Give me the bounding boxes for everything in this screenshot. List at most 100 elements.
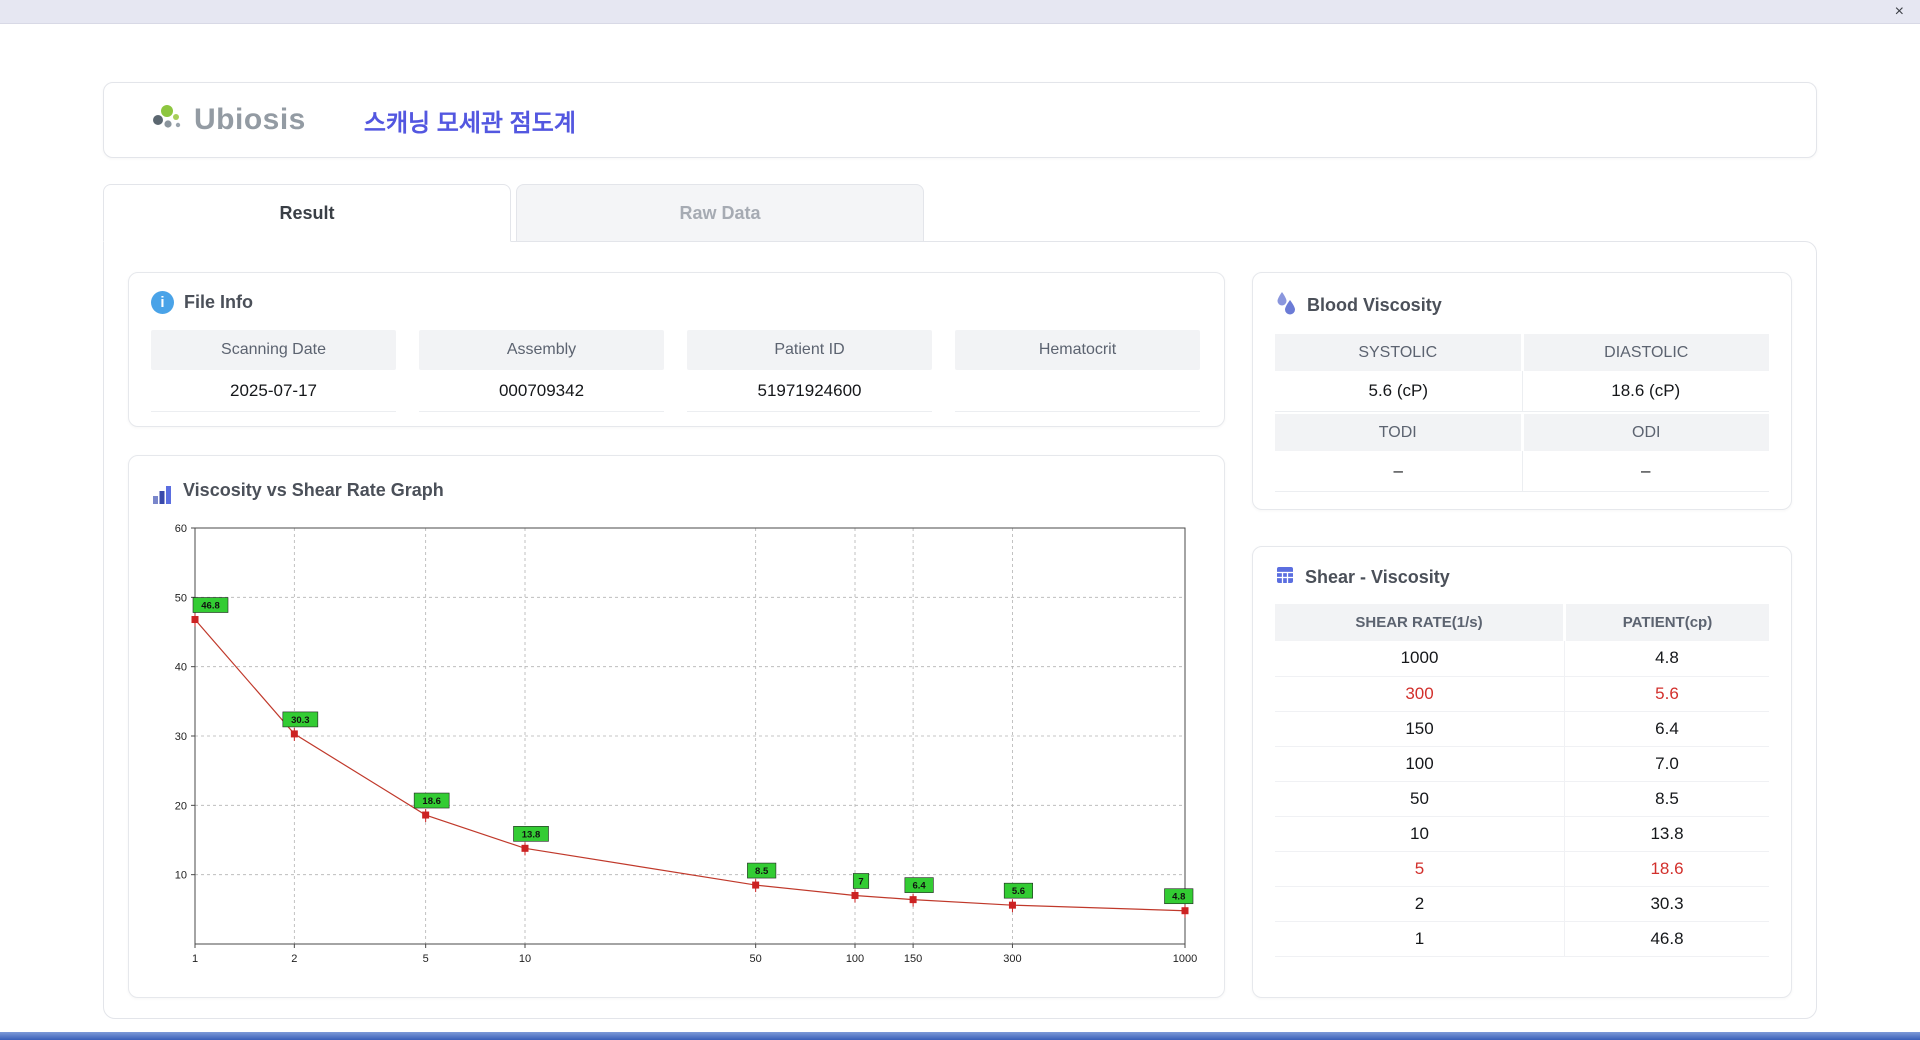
svg-text:50: 50	[175, 592, 187, 604]
main-panel: i File Info Scanning Date2025-07-17 Assem…	[103, 241, 1817, 1019]
svg-text:20: 20	[175, 800, 187, 812]
svg-text:40: 40	[175, 662, 187, 674]
shear-rate-cell: 5	[1275, 851, 1565, 886]
svg-text:50: 50	[750, 953, 762, 965]
tab-bar: Result Raw Data	[103, 184, 1817, 242]
file-info-field-3: Hematocrit	[955, 330, 1200, 412]
brand-logo-icon	[150, 102, 186, 139]
table-row: 230.3	[1275, 886, 1769, 921]
svg-text:2: 2	[291, 953, 297, 965]
svg-text:30: 30	[175, 731, 187, 743]
bv-header-row: TODIODI	[1275, 414, 1769, 451]
column-header: PATIENT(cp)	[1565, 604, 1770, 641]
info-icon: i	[151, 291, 174, 314]
shear-viscosity-title: Shear - Viscosity	[1275, 565, 1769, 590]
shear-rate-cell: 100	[1275, 746, 1565, 781]
field-label: Hematocrit	[955, 330, 1200, 370]
svg-text:7: 7	[858, 876, 863, 887]
graph-title-text: Viscosity vs Shear Rate Graph	[183, 480, 444, 501]
shear-rate-cell: 10	[1275, 816, 1565, 851]
svg-text:13.8: 13.8	[522, 829, 541, 840]
field-value: 51971924600	[687, 370, 932, 412]
close-icon[interactable]: ×	[1895, 4, 1904, 20]
table-row: 518.6	[1275, 851, 1769, 886]
viscosity-chart: 1020304050601251050100150300100046.830.3…	[151, 516, 1201, 976]
bv-value: 18.6 (cP)	[1523, 371, 1770, 411]
graph-card: Viscosity vs Shear Rate Graph 10 20 30 40 50…	[128, 455, 1225, 998]
shear-rate-cell: 2	[1275, 886, 1565, 921]
table-row: 1506.4	[1275, 711, 1769, 746]
bv-value: –	[1275, 451, 1523, 491]
bv-label: TODI	[1275, 414, 1521, 451]
svg-text:46.8: 46.8	[201, 601, 220, 612]
svg-text:10: 10	[175, 870, 187, 882]
patient-cell: 30.3	[1565, 886, 1770, 921]
svg-text:4.8: 4.8	[1172, 892, 1185, 903]
patient-cell: 5.6	[1565, 676, 1770, 711]
field-label: Scanning Date	[151, 330, 396, 370]
bv-header-row: SYSTOLICDIASTOLIC	[1275, 334, 1769, 371]
svg-text:30.3: 30.3	[291, 715, 310, 726]
app-window: Ubiosis 스캐닝 모세관 점도계 Result Raw Data i Fi…	[0, 24, 1920, 1019]
shear-rate-cell: 50	[1275, 781, 1565, 816]
shear-rate-cell: 1000	[1275, 641, 1565, 676]
header: Ubiosis 스캐닝 모세관 점도계	[103, 82, 1817, 158]
tab-raw-data[interactable]: Raw Data	[516, 184, 924, 242]
patient-cell: 18.6	[1565, 851, 1770, 886]
shear-viscosity-title-text: Shear - Viscosity	[1305, 567, 1450, 588]
file-info-title: i File Info	[151, 291, 1202, 314]
svg-text:300: 300	[1003, 953, 1021, 965]
page-title: 스캐닝 모세관 점도계	[364, 103, 576, 138]
table-row: 1013.8	[1275, 816, 1769, 851]
bottom-window-edge	[0, 1032, 1920, 1040]
file-info-fields: Scanning Date2025-07-17 Assembly000709342…	[151, 330, 1202, 412]
tab-result[interactable]: Result	[103, 184, 511, 242]
patient-cell: 46.8	[1565, 921, 1770, 956]
svg-text:10: 10	[519, 953, 531, 965]
blood-viscosity-title: Blood Viscosity	[1275, 291, 1769, 320]
field-label: Patient ID	[687, 330, 932, 370]
table-row: 1007.0	[1275, 746, 1769, 781]
bv-value: –	[1523, 451, 1770, 491]
svg-text:1000: 1000	[1173, 953, 1197, 965]
bv-label: ODI	[1524, 414, 1770, 451]
file-info-field-1: Assembly000709342	[419, 330, 664, 412]
bv-value-row: 5.6 (cP)18.6 (cP)	[1275, 371, 1769, 412]
field-value: 000709342	[419, 370, 664, 412]
table-row: 3005.6	[1275, 676, 1769, 711]
svg-text:1: 1	[192, 953, 198, 965]
shear-viscosity-table: SHEAR RATE(1/s)PATIENT(cp)10004.83005.61…	[1275, 604, 1769, 957]
field-value	[955, 370, 1200, 412]
table-icon	[1275, 565, 1295, 590]
blood-viscosity-title-text: Blood Viscosity	[1307, 295, 1442, 316]
column-header: SHEAR RATE(1/s)	[1275, 604, 1565, 641]
patient-cell: 6.4	[1565, 711, 1770, 746]
shear-rate-cell: 1	[1275, 921, 1565, 956]
svg-text:8.5: 8.5	[755, 866, 769, 877]
svg-text:60: 60	[175, 523, 187, 535]
patient-cell: 7.0	[1565, 746, 1770, 781]
shear-rate-cell: 300	[1275, 676, 1565, 711]
brand-name: Ubiosis	[194, 103, 306, 137]
right-column: Blood Viscosity SYSTOLICDIASTOLIC5.6 (cP…	[1252, 272, 1792, 998]
bar-chart-icon	[151, 474, 173, 506]
svg-text:100: 100	[846, 953, 864, 965]
table-header-row: SHEAR RATE(1/s)PATIENT(cp)	[1275, 604, 1769, 641]
table-row: 508.5	[1275, 781, 1769, 816]
blood-viscosity-grid: SYSTOLICDIASTOLIC5.6 (cP)18.6 (cP)TODIOD…	[1275, 334, 1769, 492]
table-row: 146.8	[1275, 921, 1769, 956]
bv-label: SYSTOLIC	[1275, 334, 1521, 371]
patient-cell: 8.5	[1565, 781, 1770, 816]
file-info-title-text: File Info	[184, 292, 253, 313]
svg-text:18.6: 18.6	[422, 796, 441, 807]
shear-viscosity-card: Shear - Viscosity SHEAR RATE(1/s)PATIENT…	[1252, 546, 1792, 998]
svg-text:5: 5	[423, 953, 429, 965]
table-row: 10004.8	[1275, 641, 1769, 676]
field-label: Assembly	[419, 330, 664, 370]
brand-logo: Ubiosis	[150, 102, 306, 139]
droplets-icon	[1275, 291, 1297, 320]
field-value: 2025-07-17	[151, 370, 396, 412]
file-info-card: i File Info Scanning Date2025-07-17 Assem…	[128, 272, 1225, 427]
patient-cell: 4.8	[1565, 641, 1770, 676]
bv-value-row: ––	[1275, 451, 1769, 492]
